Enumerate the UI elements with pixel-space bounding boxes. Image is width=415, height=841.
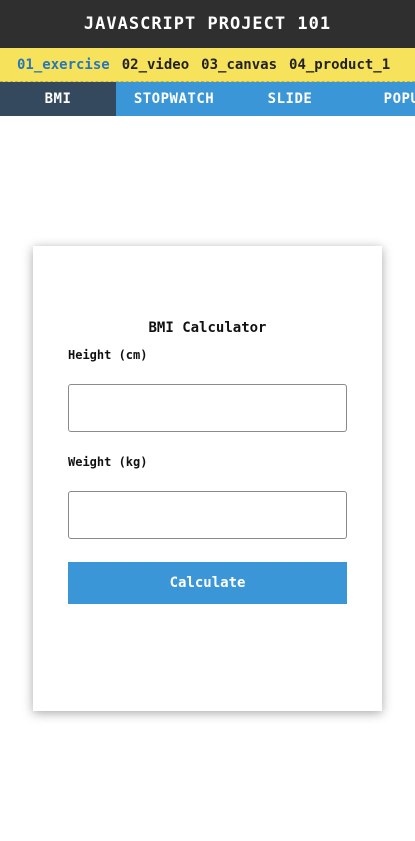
project-link-02-video[interactable]: 02_video: [122, 57, 189, 73]
project-nav: 01_exercise 02_video 03_canvas 04_produc…: [0, 48, 415, 82]
exercise-tabs: BMI STOPWATCH SLIDE POPUP: [0, 82, 415, 116]
project-link-04-product[interactable]: 04_product_1: [289, 57, 390, 73]
weight-input[interactable]: [68, 491, 347, 539]
weight-label: Weight (kg): [68, 455, 148, 469]
calculate-button[interactable]: Calculate: [68, 562, 347, 604]
height-label: Height (cm): [68, 348, 148, 362]
main-content: BMI Calculator Height (cm) Weight (kg) C…: [0, 116, 415, 841]
calculator-title: BMI Calculator: [148, 320, 267, 336]
project-link-01-exercise[interactable]: 01_exercise: [17, 57, 110, 73]
project-link-03-canvas[interactable]: 03_canvas: [201, 57, 277, 73]
tab-stopwatch[interactable]: STOPWATCH: [116, 82, 232, 116]
height-input[interactable]: [68, 384, 347, 432]
tab-popup[interactable]: POPUP: [348, 82, 415, 116]
tab-bmi[interactable]: BMI: [0, 82, 116, 116]
app-title-bar: JAVASCRIPT PROJECT 101: [0, 0, 415, 48]
tab-slide[interactable]: SLIDE: [232, 82, 348, 116]
app-title: JAVASCRIPT PROJECT 101: [83, 14, 332, 34]
bmi-calculator-card: BMI Calculator Height (cm) Weight (kg) C…: [33, 246, 382, 711]
